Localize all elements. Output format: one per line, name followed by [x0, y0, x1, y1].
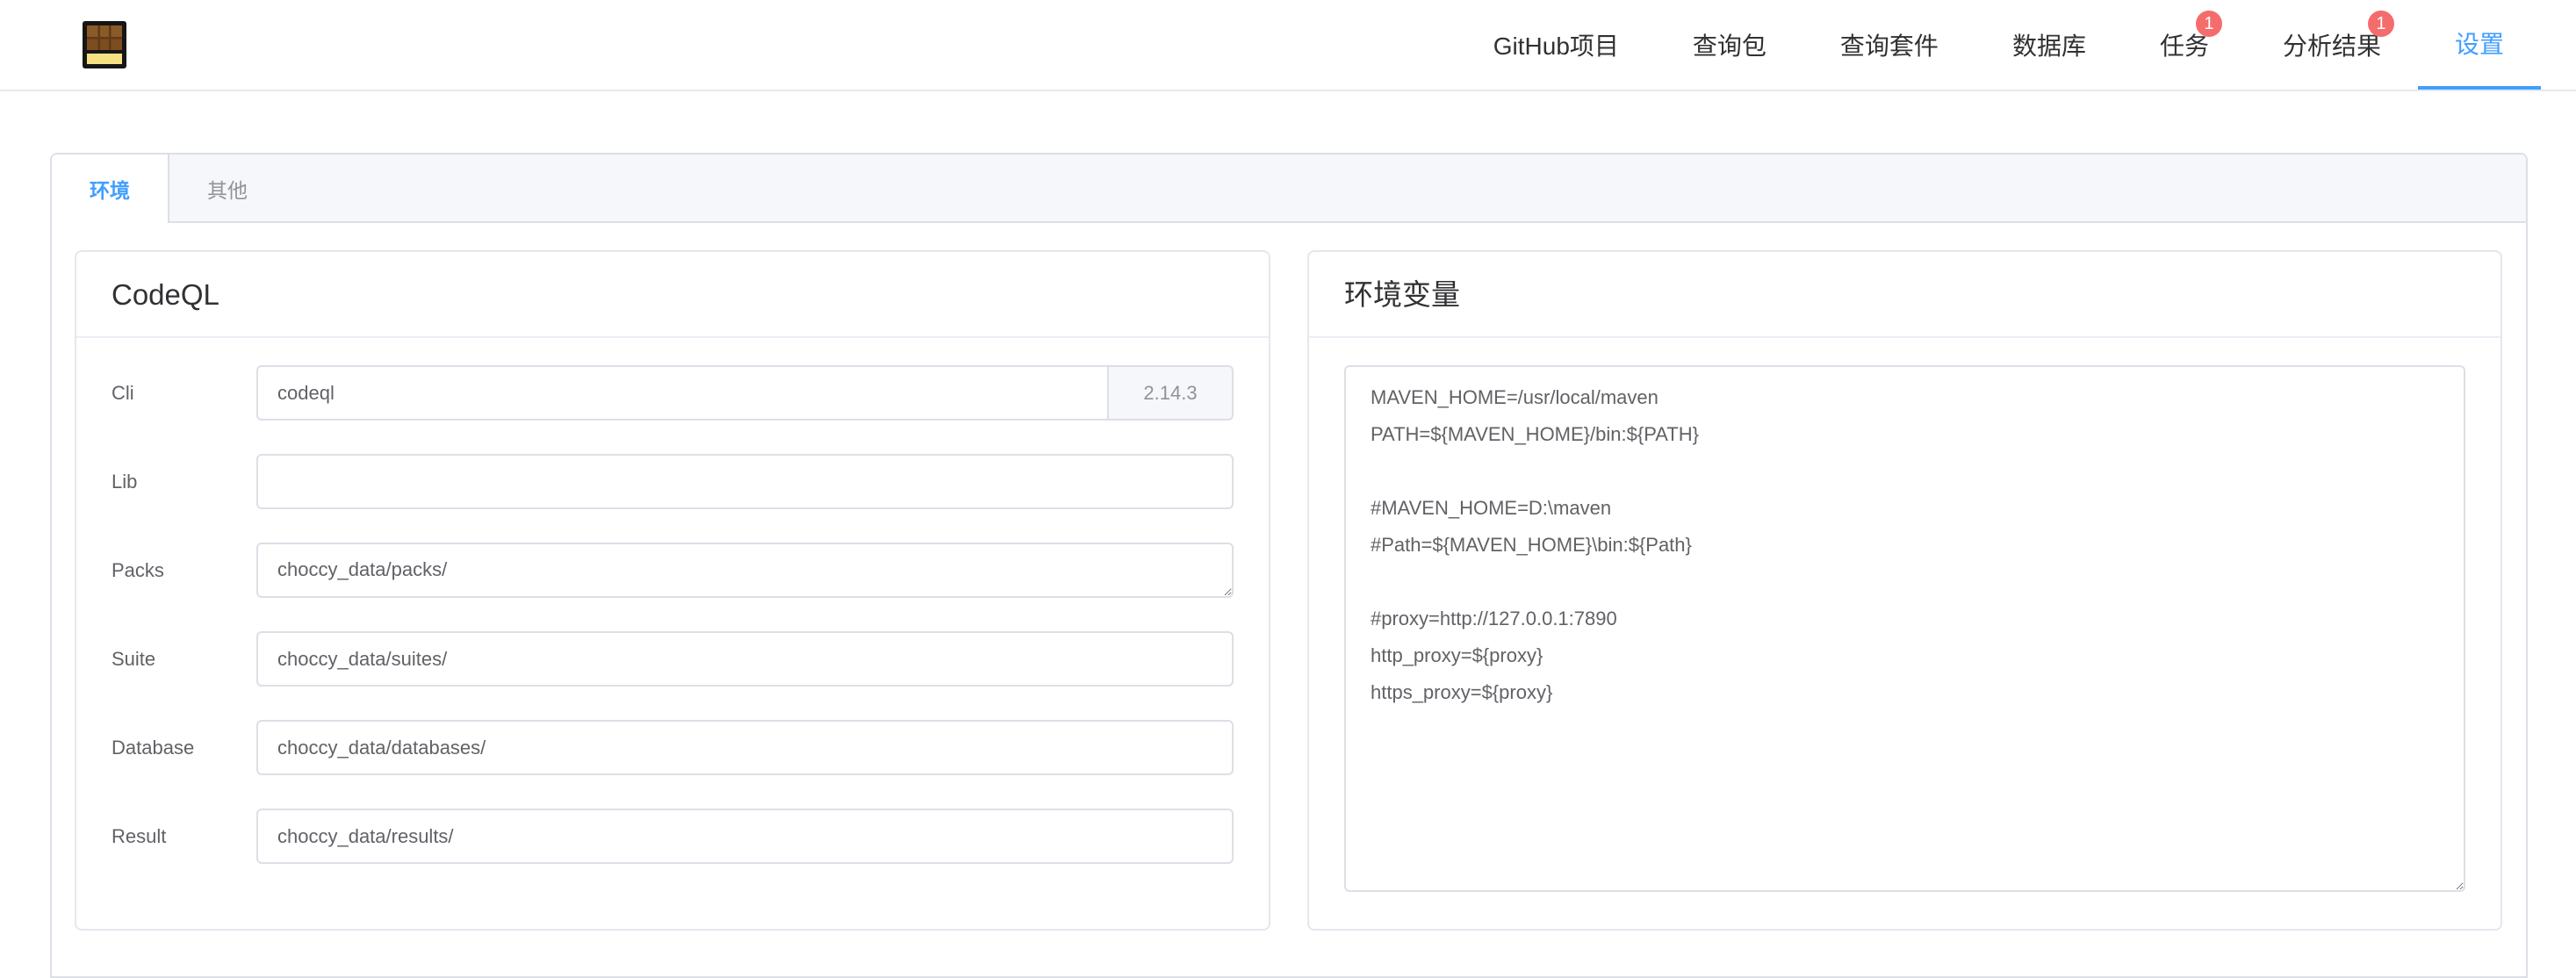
nav-item-github-projects[interactable]: GitHub项目: [1457, 0, 1656, 90]
tasks-count-badge: 1: [2196, 11, 2222, 37]
top-navbar: GitHub项目 查询包 查询套件 数据库 任务 1 分析结果 1 设置: [0, 0, 2576, 91]
result-input[interactable]: [256, 809, 1234, 864]
form-row-result: Result: [112, 809, 1234, 864]
nav-item-settings[interactable]: 设置: [2418, 0, 2541, 90]
nav-item-tasks[interactable]: 任务 1: [2123, 0, 2246, 90]
tab-other[interactable]: 其他: [169, 155, 285, 223]
codeql-settings-card: CodeQL Cli 2.14.3 Lib Packs: [75, 250, 1270, 931]
database-input[interactable]: [256, 720, 1234, 775]
form-row-lib: Lib: [112, 454, 1234, 509]
nav-label: 分析结果: [2283, 27, 2381, 62]
form-row-cli: Cli 2.14.3: [112, 365, 1234, 421]
suite-label: Suite: [112, 631, 256, 687]
nav-item-query-packs[interactable]: 查询包: [1656, 0, 1803, 90]
nav-item-databases[interactable]: 数据库: [1975, 0, 2123, 90]
lib-label: Lib: [112, 454, 256, 509]
env-vars-textarea[interactable]: MAVEN_HOME=/usr/local/maven PATH=${MAVEN…: [1344, 365, 2465, 892]
form-row-suite: Suite: [112, 631, 1234, 687]
nav-label: 数据库: [2012, 27, 2086, 62]
packs-label: Packs: [112, 543, 256, 598]
analysis-results-count-badge: 1: [2368, 11, 2394, 37]
env-card-body: MAVEN_HOME=/usr/local/maven PATH=${MAVEN…: [1309, 338, 2500, 924]
codeql-card-title: CodeQL: [76, 252, 1269, 338]
tab-label: 其他: [207, 174, 248, 204]
env-card-title: 环境变量: [1309, 252, 2500, 338]
chocolate-bar-icon: [82, 20, 127, 69]
cli-label: Cli: [112, 365, 256, 421]
tab-strip: 环境 其他: [52, 155, 2526, 223]
nav-label: GitHub项目: [1493, 27, 1619, 62]
cli-version-append: 2.14.3: [1107, 365, 1234, 421]
nav-label: 查询套件: [1840, 27, 1939, 62]
settings-tabs-panel: 环境 其他 CodeQL Cli 2.14.3 Lib: [50, 153, 2528, 978]
packs-textarea[interactable]: choccy_data/packs/: [256, 543, 1234, 598]
nav-label: 查询包: [1693, 27, 1767, 62]
codeql-card-body: Cli 2.14.3 Lib Packs choccy_data/packs/: [76, 338, 1269, 924]
nav-label: 设置: [2455, 25, 2504, 61]
env-vars-card: 环境变量 MAVEN_HOME=/usr/local/maven PATH=${…: [1307, 250, 2502, 931]
suite-input[interactable]: [256, 631, 1234, 687]
form-row-packs: Packs choccy_data/packs/: [112, 543, 1234, 598]
database-label: Database: [112, 720, 256, 775]
tab-environment[interactable]: 环境: [52, 155, 169, 223]
form-row-database: Database: [112, 720, 1234, 775]
tab-label: 环境: [90, 174, 130, 204]
nav-item-analysis-results[interactable]: 分析结果 1: [2246, 0, 2418, 90]
lib-input[interactable]: [256, 454, 1234, 509]
nav-item-query-suites[interactable]: 查询套件: [1803, 0, 1975, 90]
cli-input[interactable]: [256, 365, 1109, 421]
result-label: Result: [112, 809, 256, 864]
main-nav: GitHub项目 查询包 查询套件 数据库 任务 1 分析结果 1 设置: [1457, 0, 2541, 90]
app-logo[interactable]: [82, 20, 127, 69]
